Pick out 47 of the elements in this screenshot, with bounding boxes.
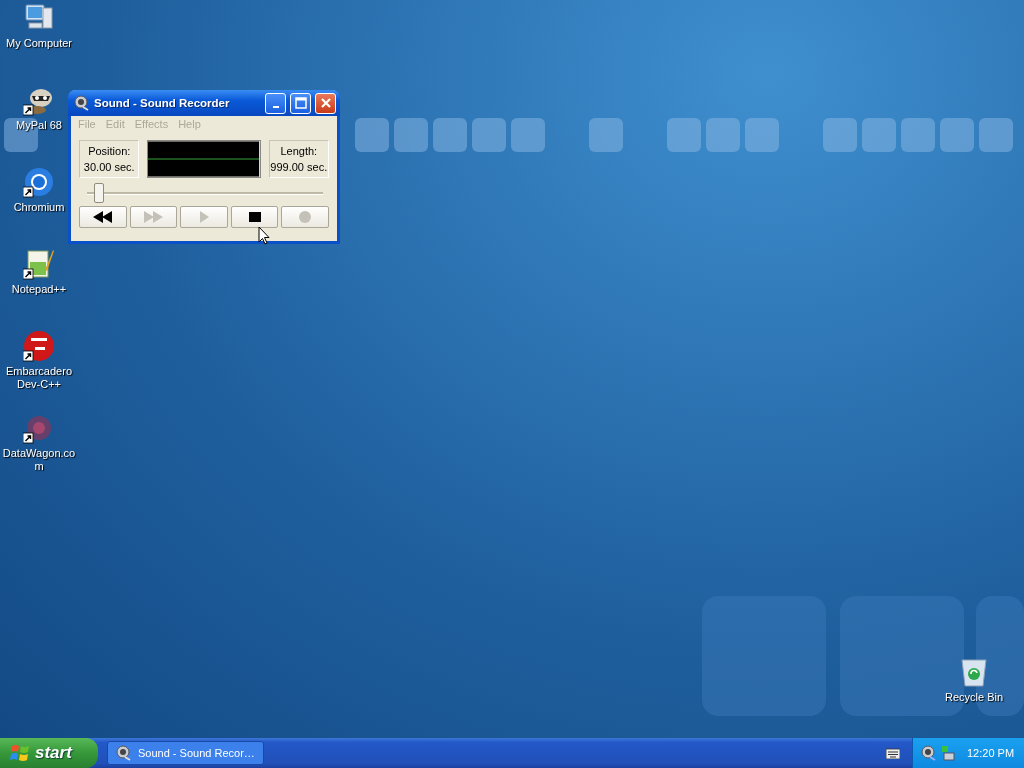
wallpaper-tile xyxy=(667,118,701,152)
keyboard-icon[interactable] xyxy=(886,747,900,759)
minimize-icon xyxy=(272,106,279,108)
cursor-icon xyxy=(258,226,270,245)
wallpaper-tile xyxy=(589,118,623,152)
length-label: Length: xyxy=(280,144,318,159)
wallpaper-tile xyxy=(472,118,506,152)
icon-label[interactable]: Chromium xyxy=(13,201,65,214)
rewind-button[interactable] xyxy=(79,206,127,228)
icon-label[interactable]: Recycle Bin xyxy=(944,691,1004,704)
minimize-button[interactable] xyxy=(265,92,286,114)
windows-flag-icon xyxy=(10,743,30,763)
notepad-icon[interactable] xyxy=(23,248,55,280)
wallpaper-tile xyxy=(706,118,740,152)
wallpaper-tile xyxy=(901,118,935,152)
icon-label[interactable]: My Computer xyxy=(6,37,72,50)
window-title: Sound - Sound Recorder xyxy=(94,97,231,109)
network-icon[interactable] xyxy=(939,745,955,761)
start-button[interactable]: start xyxy=(0,738,98,768)
wallpaper-tile xyxy=(355,118,389,152)
position-slider[interactable] xyxy=(87,182,323,204)
clock[interactable]: 12:20 PM xyxy=(967,747,1015,759)
position-value: 30.00 sec. xyxy=(83,160,135,175)
slider-thumb[interactable] xyxy=(93,183,104,203)
wallpaper-tile xyxy=(823,118,857,152)
maximize-button[interactable] xyxy=(290,92,311,114)
close-button[interactable] xyxy=(315,92,336,114)
app-logo-icon[interactable] xyxy=(23,330,55,362)
stop-button[interactable] xyxy=(230,206,279,228)
icon-label[interactable]: Embarcadero Dev-C++ xyxy=(1,365,77,391)
close-icon xyxy=(319,97,332,109)
maximize-icon xyxy=(294,97,307,109)
trash-bin-icon[interactable] xyxy=(958,656,990,688)
wallpaper-tile xyxy=(979,118,1013,152)
browser-icon[interactable] xyxy=(23,166,55,198)
wallpaper-tile xyxy=(940,118,974,152)
icon-label[interactable]: Notepad++ xyxy=(11,283,67,296)
position-label: Position: xyxy=(88,144,131,159)
icon-label[interactable]: DataWagon.co m xyxy=(1,447,77,473)
icon-label[interactable]: MyPal 68 xyxy=(16,119,62,132)
wallpaper-tile xyxy=(511,118,545,152)
length-value: 999.00 sec. xyxy=(270,160,328,175)
wallpaper-tile xyxy=(433,118,467,152)
wallpaper-tile xyxy=(862,118,896,152)
wallpaper-tile xyxy=(394,118,428,152)
wallpaper-tile xyxy=(745,118,779,152)
taskbar-button[interactable]: Sound - Sound Recor… xyxy=(107,741,264,765)
